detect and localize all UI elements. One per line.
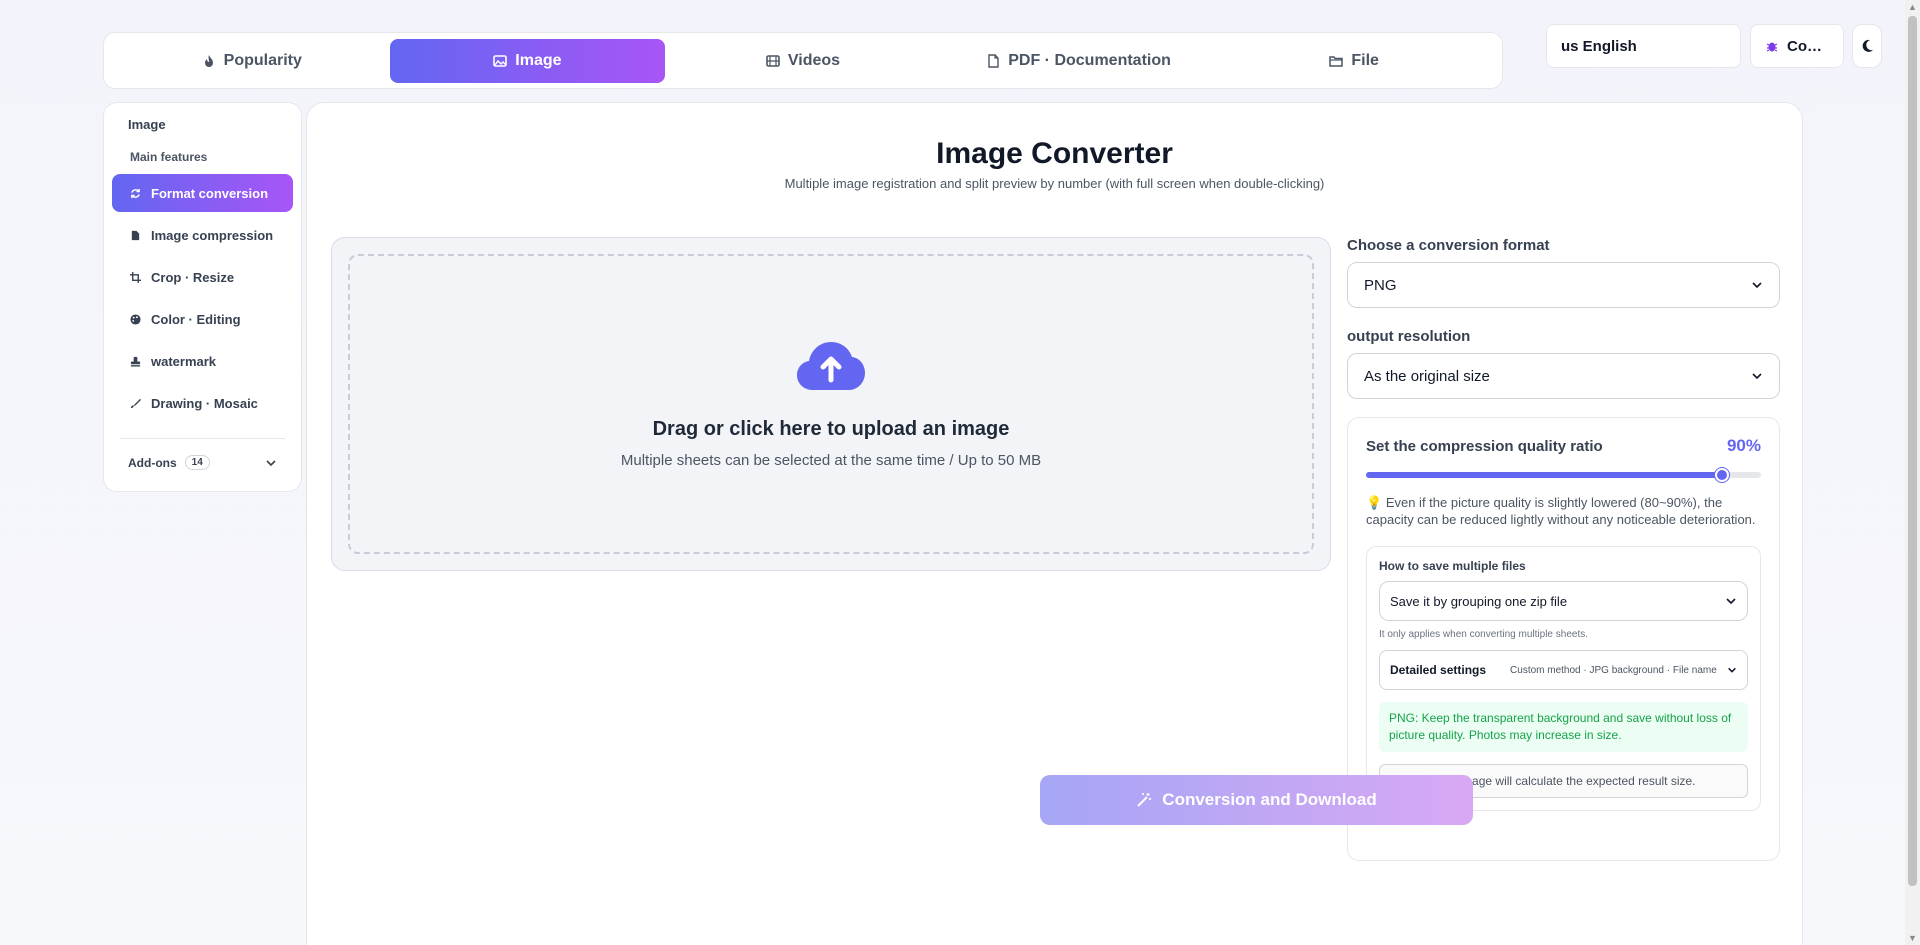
- theme-toggle-button[interactable]: [1852, 24, 1882, 68]
- page-subtitle: Multiple image registration and split pr…: [784, 176, 1325, 191]
- page-title: Image Converter: [936, 137, 1173, 170]
- resolution-label: output resolution: [1347, 328, 1471, 345]
- scroll-thumb[interactable]: [1908, 16, 1917, 886]
- sidebar-item-label: Drawing · Mosaic: [151, 395, 258, 411]
- detail-title: Detailed settings: [1390, 663, 1487, 677]
- tab-label: PDF · Documentation: [1008, 51, 1171, 69]
- bug-icon: [1766, 42, 1778, 52]
- chevron-down-icon: [1752, 282, 1762, 289]
- multi-label: How to save multiple files: [1379, 559, 1526, 573]
- multi-value: Save it by grouping one zip file: [1390, 593, 1568, 609]
- format-label: Choose a conversion format: [1347, 237, 1550, 254]
- film-icon: [766, 54, 780, 67]
- multi-file-box: How to save multiple files Save it by gr…: [1366, 546, 1761, 811]
- language-selector[interactable]: us English: [1546, 24, 1741, 68]
- language-label: us English: [1561, 37, 1637, 55]
- convert-download-button[interactable]: Conversion and Download: [1040, 775, 1473, 825]
- tab-label: Image: [515, 51, 562, 69]
- tab-file[interactable]: File: [1216, 39, 1492, 83]
- top-nav: Popularity Image Videos PDF · Documentat…: [103, 32, 1503, 89]
- folder-icon: [1329, 55, 1344, 67]
- upload-title: Drag or click here to upload an image: [652, 418, 1010, 440]
- quality-slider[interactable]: [1366, 468, 1761, 482]
- company-button[interactable]: Co…: [1750, 24, 1844, 68]
- refresh-icon: [131, 188, 140, 198]
- addons-toggle[interactable]: Add-ons 14: [112, 449, 293, 476]
- brush-icon: [130, 398, 141, 408]
- lightbulb-icon: 💡: [1366, 495, 1383, 510]
- upload-subtitle: Multiple sheets can be selected at the s…: [620, 452, 1042, 469]
- quality-label: Set the compression quality ratio: [1366, 437, 1603, 455]
- sidebar-item-color-editing[interactable]: Color · Editing: [112, 300, 293, 338]
- settings-panel: Choose a conversion format PNG output re…: [1347, 237, 1780, 861]
- chevron-down-icon: [266, 459, 276, 466]
- chevron-down-icon: [1726, 598, 1736, 605]
- quality-tip-text: Even if the picture quality is slightly …: [1366, 495, 1756, 527]
- multi-save-select[interactable]: Save it by grouping one zip file: [1379, 581, 1748, 621]
- sidebar-item-label: Crop · Resize: [151, 269, 235, 285]
- resolution-select[interactable]: As the original size: [1347, 353, 1780, 399]
- sidebar-item-watermark[interactable]: watermark: [112, 342, 293, 380]
- png-info-note: PNG: Keep the transparent background and…: [1379, 702, 1748, 752]
- convert-label: Conversion and Download: [1162, 790, 1377, 809]
- tab-videos[interactable]: Videos: [665, 39, 941, 83]
- palette-icon: [130, 313, 141, 325]
- tab-image[interactable]: Image: [389, 38, 666, 83]
- crop-icon: [130, 271, 141, 283]
- resolution-value: As the original size: [1364, 367, 1490, 385]
- detail-desc: Custom method · JPG background · File na…: [1510, 664, 1717, 676]
- quality-value: 90%: [1726, 436, 1761, 455]
- detailed-settings-toggle[interactable]: Detailed settings Custom method · JPG ba…: [1379, 650, 1748, 690]
- flame-icon: [204, 54, 213, 67]
- slider-fill: [1366, 472, 1722, 478]
- cloud-upload-icon: [797, 342, 865, 390]
- image-icon: [493, 54, 508, 67]
- format-value: PNG: [1364, 276, 1397, 294]
- sidebar-item-format-conversion[interactable]: Format conversion: [112, 174, 293, 212]
- scroll-up-arrow[interactable]: ▲: [1908, 2, 1917, 12]
- sidebar-divider: [120, 438, 285, 439]
- moon-icon: [1862, 39, 1873, 52]
- chevron-down-icon: [1752, 373, 1762, 380]
- sidebar-item-label: Image compression: [151, 227, 274, 243]
- slider-thumb[interactable]: [1714, 468, 1729, 482]
- chevron-down-icon: [1728, 667, 1736, 673]
- tab-label: File: [1351, 51, 1379, 69]
- page-scrollbar[interactable]: ▲ ▼: [1905, 0, 1920, 945]
- sidebar-item-image-compression[interactable]: Image compression: [112, 216, 293, 254]
- file-icon: [131, 230, 140, 240]
- tab-pdf-documentation[interactable]: PDF · Documentation: [941, 39, 1217, 83]
- pdf-icon: [988, 53, 999, 68]
- magic-wand-icon: [1137, 793, 1152, 807]
- sidebar-item-label: watermark: [151, 353, 217, 369]
- sidebar-item-label: Format conversion: [151, 185, 269, 201]
- tab-label: Videos: [787, 51, 841, 69]
- upload-dropzone[interactable]: Drag or click here to upload an image Mu…: [348, 254, 1314, 554]
- upload-area[interactable]: Drag or click here to upload an image Mu…: [331, 237, 1331, 571]
- stamp-icon: [130, 356, 141, 367]
- addons-count-badge: 14: [184, 455, 210, 470]
- sidebar: Image Main features Format conversion Im…: [103, 102, 302, 492]
- sidebar-section-title: Main features: [130, 150, 208, 164]
- sidebar-item-label: Color · Editing: [151, 311, 241, 327]
- format-select[interactable]: PNG: [1347, 262, 1780, 308]
- tab-label: Popularity: [223, 51, 302, 69]
- sidebar-item-crop-resize[interactable]: Crop · Resize: [112, 258, 293, 296]
- tab-popularity[interactable]: Popularity: [114, 39, 390, 83]
- quality-tip: 💡 Even if the picture quality is slightl…: [1366, 494, 1761, 528]
- scroll-down-arrow[interactable]: ▼: [1908, 933, 1917, 943]
- sidebar-item-drawing-mosaic[interactable]: Drawing · Mosaic: [112, 384, 293, 422]
- company-label: Co…: [1787, 37, 1822, 55]
- multi-note: It only applies when converting multiple…: [1379, 629, 1589, 640]
- sidebar-title: Image: [128, 117, 166, 132]
- addons-label: Add-ons: [128, 455, 177, 470]
